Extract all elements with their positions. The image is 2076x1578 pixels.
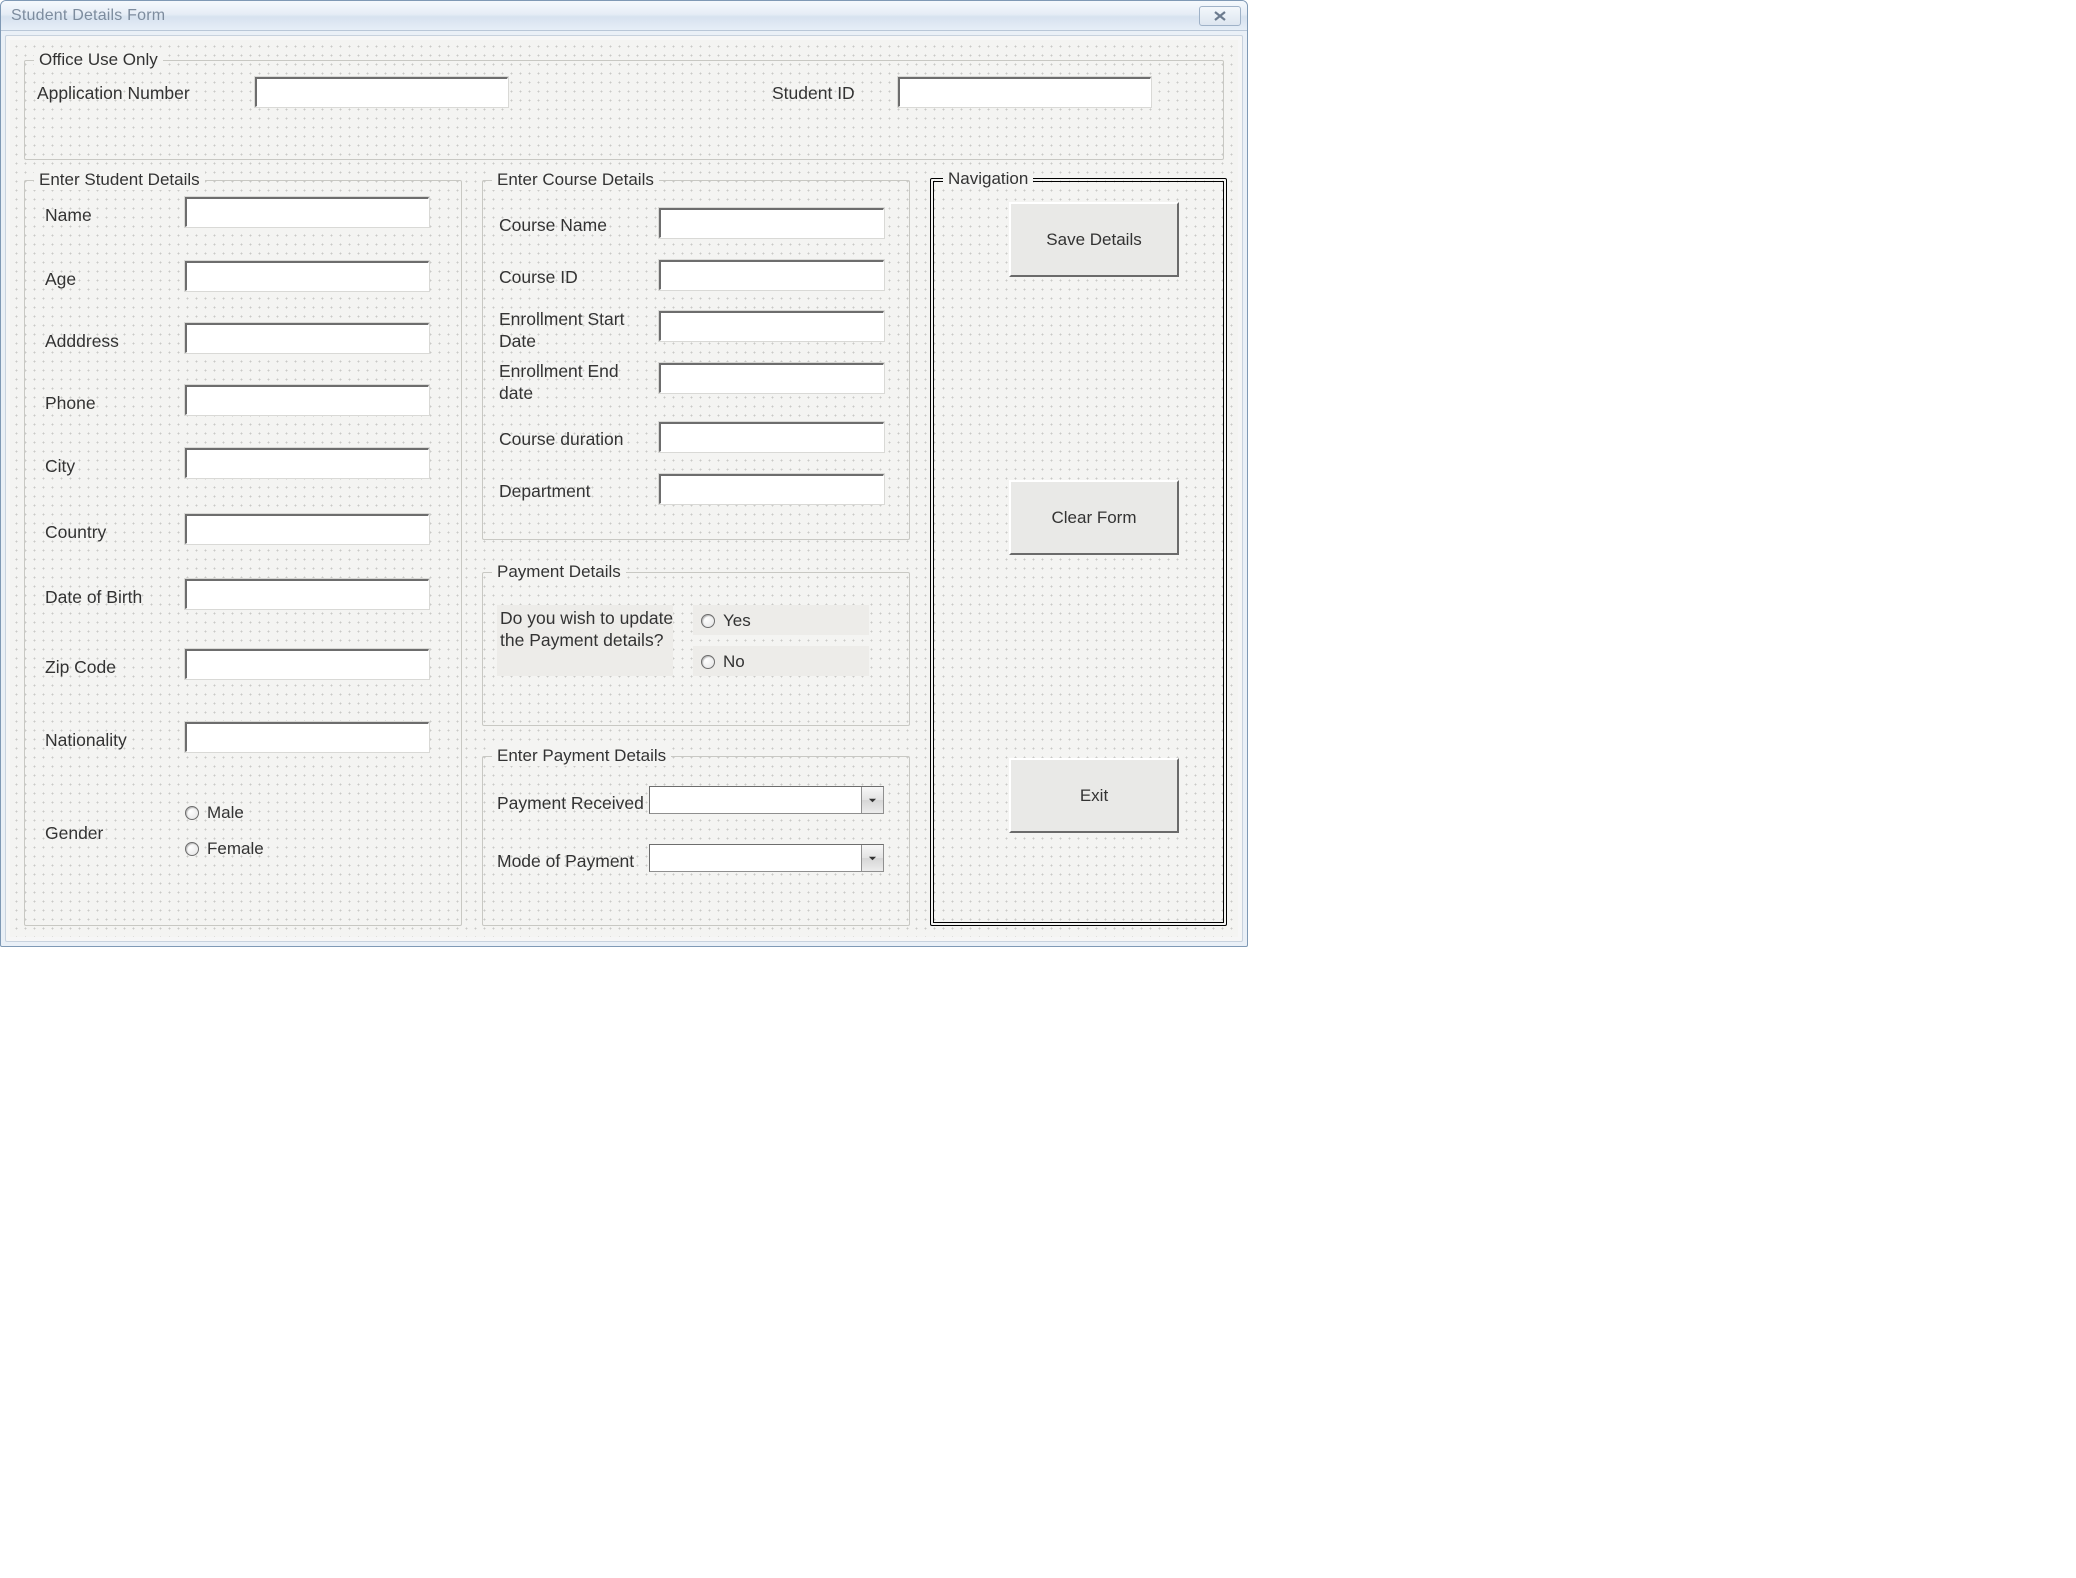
combo-mode-payment[interactable] [649,844,884,872]
label-dob: Date of Birth [45,587,142,609]
label-gender: Gender [45,823,103,845]
label-payment-received: Payment Received [497,793,644,815]
group-payment: Enter Payment Details Payment Received M… [482,756,910,926]
combo-value [650,845,861,871]
exit-button[interactable]: Exit [1009,758,1179,833]
input-country[interactable] [185,514,429,544]
label-app-number: Application Number [37,83,190,105]
radio-female[interactable]: Female [185,839,264,859]
label-dept: Department [499,481,649,503]
radio-yes[interactable]: Yes [701,611,751,631]
input-app-number[interactable] [255,77,508,107]
legend-office: Office Use Only [34,50,163,70]
clear-button[interactable]: Clear Form [1009,480,1179,555]
button-label: Save Details [1046,230,1141,250]
input-name[interactable] [185,197,429,227]
input-nationality[interactable] [185,722,429,752]
label-course-name: Course Name [499,215,649,237]
label-mode-payment: Mode of Payment [497,851,634,873]
label-address: Adddress [45,331,119,353]
input-end-date[interactable] [659,363,884,393]
panel-question: Do you wish to update the Payment detail… [497,605,673,676]
titlebar: Student Details Form [1,1,1247,31]
input-age[interactable] [185,261,429,291]
input-dob[interactable] [185,579,429,609]
panel-no: No [693,646,869,676]
radio-icon [185,806,199,820]
legend-payment: Enter Payment Details [492,746,671,766]
window-title: Student Details Form [11,7,1199,25]
label-age: Age [45,269,76,291]
group-navigation: Navigation Save Details Clear Form Exit [930,178,1227,926]
label-student-id: Student ID [772,83,855,105]
radio-male-label: Male [207,803,244,823]
group-student: Enter Student Details Name Age Adddress … [24,180,462,926]
group-office: Office Use Only Application Number Stude… [24,60,1224,160]
save-button[interactable]: Save Details [1009,202,1179,277]
legend-course: Enter Course Details [492,170,659,190]
app-window: Student Details Form Office Use Only App… [0,0,1248,947]
label-city: City [45,456,75,478]
radio-icon [701,614,715,628]
label-zip: Zip Code [45,657,116,679]
label-duration: Course duration [499,429,649,451]
close-button[interactable] [1199,6,1241,26]
input-student-id[interactable] [898,77,1151,107]
radio-female-label: Female [207,839,264,859]
chevron-down-icon [861,845,883,871]
panel-yes: Yes [693,605,869,635]
radio-yes-label: Yes [723,611,751,631]
label-nationality: Nationality [45,730,127,752]
close-icon [1214,11,1226,21]
label-name: Name [45,205,92,227]
label-end-date: Enrollment End date [499,361,649,405]
group-payment-question: Payment Details Do you wish to update th… [482,572,910,726]
radio-no[interactable]: No [701,652,745,672]
input-dept[interactable] [659,474,884,504]
input-zip[interactable] [185,649,429,679]
radio-male[interactable]: Male [185,803,244,823]
input-duration[interactable] [659,422,884,452]
input-course-name[interactable] [659,208,884,238]
radio-icon [701,655,715,669]
input-start-date[interactable] [659,311,884,341]
legend-student: Enter Student Details [34,170,205,190]
combo-value [650,787,861,813]
label-payment-question: Do you wish to update the Payment detail… [500,608,676,652]
button-label: Clear Form [1051,508,1136,528]
radio-icon [185,842,199,856]
client-area: Office Use Only Application Number Stude… [5,35,1243,942]
legend-payment-q: Payment Details [492,562,626,582]
combo-payment-received[interactable] [649,786,884,814]
radio-no-label: No [723,652,745,672]
input-address[interactable] [185,323,429,353]
form-canvas: Office Use Only Application Number Stude… [10,40,1238,937]
label-country: Country [45,522,106,544]
input-city[interactable] [185,448,429,478]
label-course-id: Course ID [499,267,649,289]
label-phone: Phone [45,393,96,415]
legend-nav: Navigation [943,169,1033,189]
button-label: Exit [1080,786,1108,806]
group-course: Enter Course Details Course Name Course … [482,180,910,540]
label-start-date: Enrollment Start Date [499,309,649,353]
input-course-id[interactable] [659,260,884,290]
chevron-down-icon [861,787,883,813]
input-phone[interactable] [185,385,429,415]
